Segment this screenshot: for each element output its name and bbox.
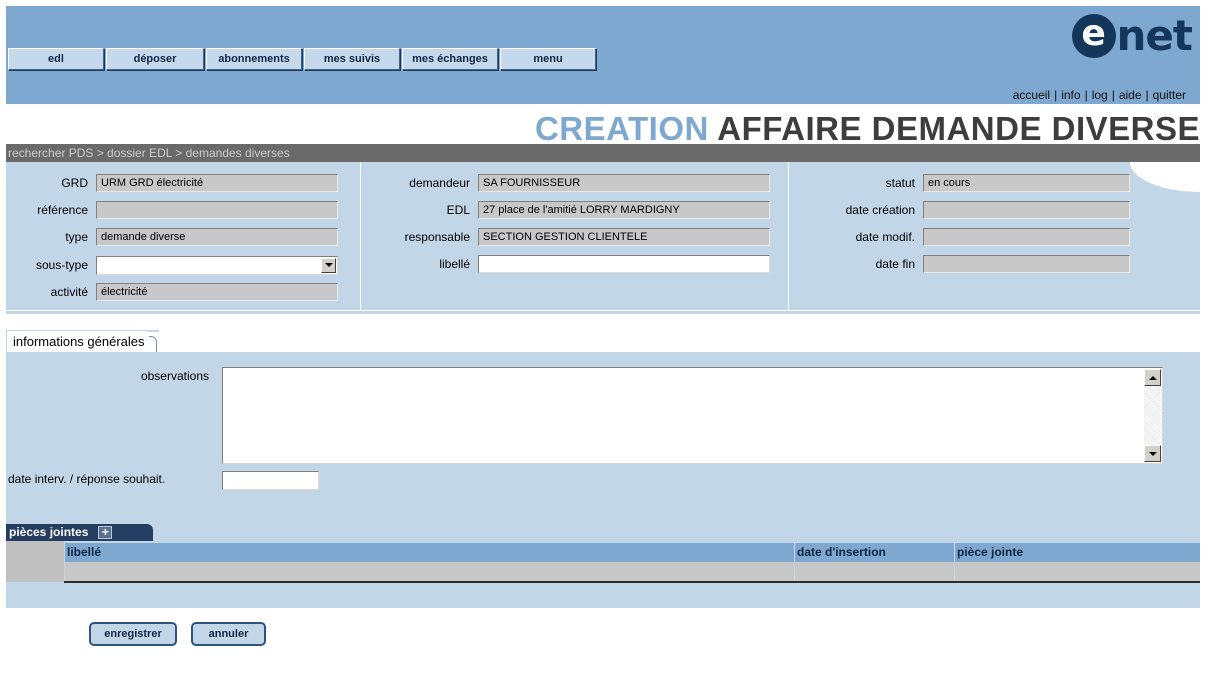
cancel-button[interactable]: annuler — [191, 622, 266, 646]
observations-scrollbar[interactable] — [1144, 369, 1161, 462]
tab-label: informations générales — [13, 334, 145, 349]
edl-value: 27 place de l'amitié LORRY MARDIGNY — [478, 201, 770, 219]
column-header-piece-jointe[interactable]: pièce jointe — [955, 543, 1200, 562]
field-statut: statut en cours — [806, 173, 1130, 193]
chevron-down-icon[interactable] — [321, 257, 336, 273]
breadcrumb: rechercher PDS > dossier EDL > demandes … — [6, 144, 1200, 162]
column-header-date-insertion[interactable]: date d'insertion — [795, 543, 954, 562]
column-divider — [360, 162, 361, 310]
nav-mes-echanges-button[interactable]: mes échanges — [402, 48, 498, 70]
field-sous-type: sous-type — [6, 255, 338, 275]
date-fin-value — [923, 255, 1130, 273]
date-souhait-input[interactable] — [222, 471, 319, 490]
tab-corner — [146, 331, 159, 355]
nav-menu-button[interactable]: menu — [500, 48, 596, 70]
link-separator: | — [1145, 88, 1149, 102]
attachments-table: libellé date d'insertion pièce jointe — [6, 541, 1200, 584]
link-aide[interactable]: aide — [1119, 88, 1142, 102]
sous-type-select[interactable] — [96, 255, 338, 275]
link-separator: | — [1054, 88, 1058, 102]
field-libelle: libellé — [366, 254, 770, 274]
field-responsable: responsable SECTION GESTION CLIENTELE — [366, 227, 770, 247]
logo-e-letter: e — [1071, 14, 1116, 58]
field-reference: référence — [6, 200, 338, 220]
table-bottom-border — [64, 581, 1200, 583]
edl-label: EDL — [446, 203, 470, 217]
libelle-input[interactable] — [478, 255, 770, 273]
nav-edl-button[interactable]: edl — [8, 48, 104, 70]
date-creation-value — [923, 201, 1130, 219]
nav-deposer-button[interactable]: déposer — [106, 48, 204, 70]
attachments-header: pièces jointes + — [6, 524, 153, 541]
page-title-action: CREATION — [534, 110, 709, 147]
field-date-creation: date création — [806, 200, 1130, 220]
field-demandeur: demandeur SA FOURNISSEUR — [366, 173, 770, 193]
page-title: CREATION AFFAIRE DEMANDE DIVERSE — [535, 112, 1200, 146]
page-title-subject: AFFAIRE DEMANDE DIVERSE — [717, 110, 1200, 147]
reference-label: référence — [37, 203, 88, 217]
date-modif-value — [923, 228, 1130, 246]
scroll-down-icon[interactable] — [1144, 445, 1161, 462]
nav-mes-suivis-button[interactable]: mes suivis — [304, 48, 400, 70]
table-row-selector — [6, 541, 64, 582]
observations-label: observations — [140, 369, 209, 383]
observations-textarea[interactable] — [222, 367, 1163, 464]
date-creation-label: date création — [845, 203, 915, 217]
header-corner — [1130, 162, 1200, 192]
type-label: type — [65, 230, 88, 244]
link-log[interactable]: log — [1092, 88, 1108, 102]
link-quitter[interactable]: quitter — [1153, 88, 1186, 102]
demandeur-label: demandeur — [409, 176, 470, 190]
date-fin-label: date fin — [875, 257, 915, 271]
link-accueil[interactable]: accueil — [1013, 88, 1050, 102]
save-button[interactable]: enregistrer — [89, 622, 177, 646]
sous-type-label: sous-type — [35, 258, 88, 272]
table-cell — [955, 562, 1200, 581]
attachments-title: pièces jointes — [9, 525, 89, 539]
responsable-label: responsable — [404, 230, 470, 244]
top-links: accueil | info | log | aide | quitter — [1013, 88, 1186, 102]
date-modif-label: date modif. — [855, 230, 915, 244]
link-separator: | — [1111, 88, 1115, 102]
table-cell — [65, 562, 794, 581]
table-cell — [795, 562, 954, 581]
enet-logo: e net — [1071, 11, 1193, 60]
date-souhait-label: date interv. / réponse souhait. — [8, 472, 166, 486]
responsable-value: SECTION GESTION CLIENTELE — [478, 228, 770, 246]
field-date-modif: date modif. — [806, 227, 1130, 247]
column-divider — [788, 162, 789, 310]
scroll-up-icon[interactable] — [1144, 369, 1161, 386]
link-separator: | — [1084, 88, 1088, 102]
logo-text: net — [1116, 11, 1193, 60]
field-edl: EDL 27 place de l'amitié LORRY MARDIGNY — [366, 200, 770, 220]
reference-value — [96, 201, 338, 219]
link-info[interactable]: info — [1061, 88, 1080, 102]
nav-abonnements-button[interactable]: abonnements — [206, 48, 302, 70]
activite-value: électricité — [96, 283, 338, 301]
main-nav: edl déposer abonnements mes suivis mes é… — [8, 48, 596, 70]
field-date-fin: date fin — [806, 254, 1130, 274]
tab-panel: observations date interv. / réponse souh… — [6, 352, 1200, 608]
libelle-label: libellé — [439, 257, 470, 271]
type-value: demande diverse — [96, 228, 338, 246]
demandeur-value: SA FOURNISSEUR — [478, 174, 770, 192]
statut-value: en cours — [923, 174, 1130, 192]
grd-label: GRD — [61, 176, 88, 190]
header-form: GRD URM GRD électricité référence type d… — [6, 162, 1200, 310]
statut-label: statut — [885, 176, 915, 190]
activite-label: activité — [50, 285, 88, 299]
field-type: type demande diverse — [6, 227, 338, 247]
top-banner: edl déposer abonnements mes suivis mes é… — [6, 6, 1200, 104]
column-header-libelle[interactable]: libellé — [65, 543, 794, 562]
header-bottom-strip — [6, 310, 1200, 314]
grd-value: URM GRD électricité — [96, 174, 338, 192]
field-activite: activité électricité — [6, 282, 338, 302]
add-attachment-icon[interactable]: + — [98, 526, 113, 539]
tab-informations-generales[interactable]: informations générales — [6, 330, 159, 355]
field-grd: GRD URM GRD électricité — [6, 173, 338, 193]
